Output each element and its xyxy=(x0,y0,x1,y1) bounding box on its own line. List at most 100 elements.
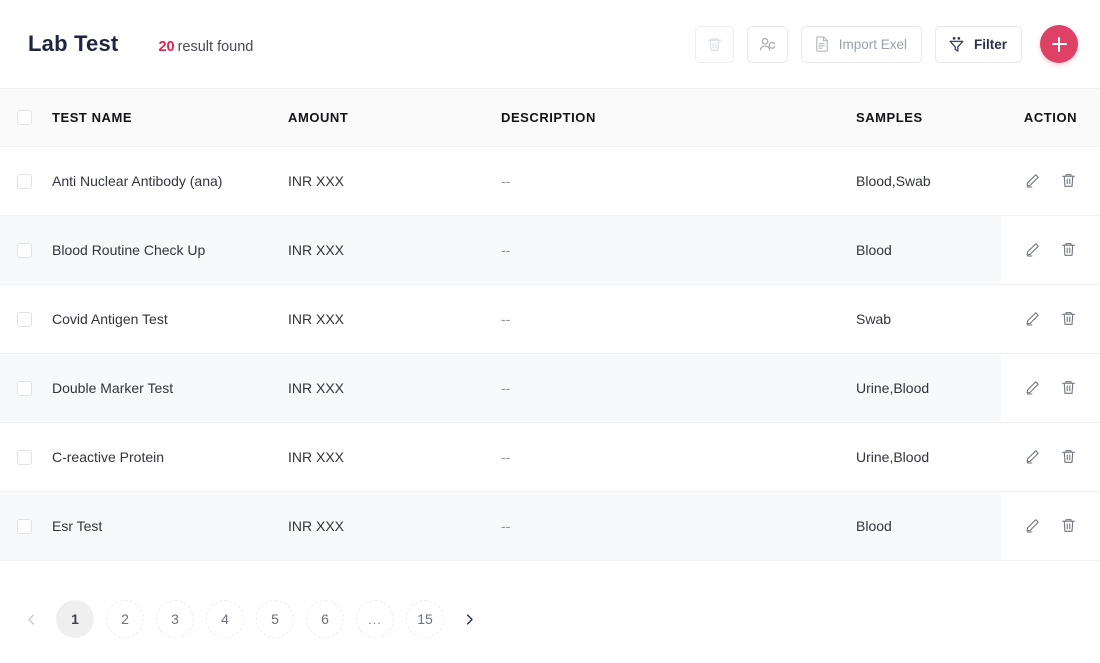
trash-icon xyxy=(1061,312,1076,325)
pagination-page-4[interactable]: 4 xyxy=(206,600,244,638)
row-select-cell xyxy=(0,284,40,354)
pagination-page-3[interactable]: 3 xyxy=(156,600,194,638)
column-header-test-name[interactable]: TEST NAME xyxy=(40,89,282,147)
amount-value: INR XXX xyxy=(288,448,345,465)
result-label: result found xyxy=(177,39,254,55)
cell-action xyxy=(1001,491,1100,561)
table-row[interactable]: Anti Nuclear Antibody (ana) INR XXX -- B… xyxy=(0,146,1100,216)
cell-description: -- xyxy=(497,146,848,216)
select-all-checkbox[interactable] xyxy=(16,110,32,126)
cell-test-name: Esr Test xyxy=(40,491,282,561)
pagination-page-5[interactable]: 5 xyxy=(256,600,294,638)
cell-amount: INR XXX xyxy=(282,491,497,561)
chevron-right-icon xyxy=(466,613,473,625)
edit-row-button[interactable] xyxy=(1023,516,1043,536)
table-row[interactable]: C-reactive Protein INR XXX -- Urine,Bloo… xyxy=(0,422,1100,492)
cell-amount: INR XXX xyxy=(282,146,497,216)
pencil-icon xyxy=(1026,519,1039,533)
cell-samples: Urine,Blood xyxy=(848,353,1001,423)
delete-row-button[interactable] xyxy=(1059,447,1079,467)
row-checkbox[interactable] xyxy=(16,173,32,189)
row-checkbox[interactable] xyxy=(16,518,32,534)
row-checkbox[interactable] xyxy=(16,449,32,465)
trash-icon xyxy=(1061,174,1076,187)
pencil-icon xyxy=(1026,381,1039,395)
row-checkbox[interactable] xyxy=(16,311,32,327)
column-header-samples[interactable]: SAMPLES xyxy=(848,89,1001,147)
row-actions xyxy=(1001,447,1100,467)
samples-value: Urine,Blood xyxy=(856,448,930,465)
plus-icon xyxy=(1051,36,1067,52)
import-excel-button[interactable]: Import Exel xyxy=(800,25,922,63)
cell-description: -- xyxy=(497,215,848,285)
table-row[interactable]: Blood Routine Check Up INR XXX -- Blood xyxy=(0,215,1100,285)
amount-value: INR XXX xyxy=(288,517,345,534)
pencil-icon xyxy=(1026,174,1039,188)
row-select-cell xyxy=(0,422,40,492)
table-row[interactable]: Covid Antigen Test INR XXX -- Swab xyxy=(0,284,1100,354)
page-header: Lab Test 20 result found Import Exel Fil… xyxy=(0,0,1100,88)
cell-action xyxy=(1001,215,1100,285)
document-icon xyxy=(813,35,831,53)
add-lab-test-button[interactable] xyxy=(1040,25,1078,63)
cell-action xyxy=(1001,284,1100,354)
edit-row-button[interactable] xyxy=(1023,447,1043,467)
lab-test-table: TEST NAME AMOUNT DESCRIPTION SAMPLES ACT… xyxy=(0,89,1100,561)
cell-samples: Swab xyxy=(848,284,1001,354)
lab-test-page: Lab Test 20 result found Import Exel Fil… xyxy=(0,0,1100,663)
column-header-description[interactable]: DESCRIPTION xyxy=(497,89,848,147)
table-body: Anti Nuclear Antibody (ana) INR XXX -- B… xyxy=(0,146,1100,561)
pagination-page-6[interactable]: 6 xyxy=(306,600,344,638)
test-name-value: Anti Nuclear Antibody (ana) xyxy=(52,172,223,189)
edit-row-button[interactable] xyxy=(1023,309,1043,329)
bulk-delete-button[interactable] xyxy=(694,25,734,63)
cell-samples: Blood,Swab xyxy=(848,146,1001,216)
column-header-amount-label: AMOUNT xyxy=(288,109,349,125)
pagination-next-button[interactable] xyxy=(452,602,486,636)
test-name-value: C-reactive Protein xyxy=(52,448,165,465)
column-header-description-label: DESCRIPTION xyxy=(501,109,596,125)
row-checkbox[interactable] xyxy=(16,242,32,258)
cell-description: -- xyxy=(497,284,848,354)
assign-user-button[interactable] xyxy=(746,25,788,63)
cell-test-name: Covid Antigen Test xyxy=(40,284,282,354)
funnel-icon xyxy=(947,35,966,54)
table-header: TEST NAME AMOUNT DESCRIPTION SAMPLES ACT… xyxy=(0,89,1100,147)
trash-icon xyxy=(1061,243,1076,256)
test-name-value: Double Marker Test xyxy=(52,379,174,396)
cell-test-name: Blood Routine Check Up xyxy=(40,215,282,285)
pagination-prev-button[interactable] xyxy=(14,602,48,636)
pagination-page-15[interactable]: 15 xyxy=(406,600,444,638)
cell-action xyxy=(1001,422,1100,492)
column-header-action-label: ACTION xyxy=(1023,109,1078,125)
pagination-page-1[interactable]: 1 xyxy=(56,600,94,638)
amount-value: INR XXX xyxy=(288,172,345,189)
table-row[interactable]: Double Marker Test INR XXX -- Urine,Bloo… xyxy=(0,353,1100,423)
row-checkbox[interactable] xyxy=(16,380,32,396)
delete-row-button[interactable] xyxy=(1059,309,1079,329)
pagination: 1 2 3 4 5 6 ... 15 xyxy=(0,575,1100,663)
delete-row-button[interactable] xyxy=(1059,516,1079,536)
delete-row-button[interactable] xyxy=(1059,240,1079,260)
column-header-amount[interactable]: AMOUNT xyxy=(282,89,497,147)
cell-amount: INR XXX xyxy=(282,353,497,423)
filter-button[interactable]: Filter xyxy=(934,25,1022,63)
pencil-icon xyxy=(1026,450,1039,464)
cell-samples: Blood xyxy=(848,215,1001,285)
table-row[interactable]: Esr Test INR XXX -- Blood xyxy=(0,491,1100,561)
column-header-test-name-label: TEST NAME xyxy=(52,109,133,125)
edit-row-button[interactable] xyxy=(1023,378,1043,398)
delete-row-button[interactable] xyxy=(1059,378,1079,398)
pagination-page-2[interactable]: 2 xyxy=(106,600,144,638)
cell-samples: Blood xyxy=(848,491,1001,561)
pagination-ellipsis[interactable]: ... xyxy=(356,600,394,638)
result-count: 20 xyxy=(158,39,175,55)
delete-row-button[interactable] xyxy=(1059,171,1079,191)
edit-row-button[interactable] xyxy=(1023,240,1043,260)
description-value: -- xyxy=(501,517,511,534)
edit-row-button[interactable] xyxy=(1023,171,1043,191)
row-actions xyxy=(1001,240,1100,260)
chevron-left-icon xyxy=(27,613,34,625)
description-value: -- xyxy=(501,310,511,327)
cell-description: -- xyxy=(497,353,848,423)
